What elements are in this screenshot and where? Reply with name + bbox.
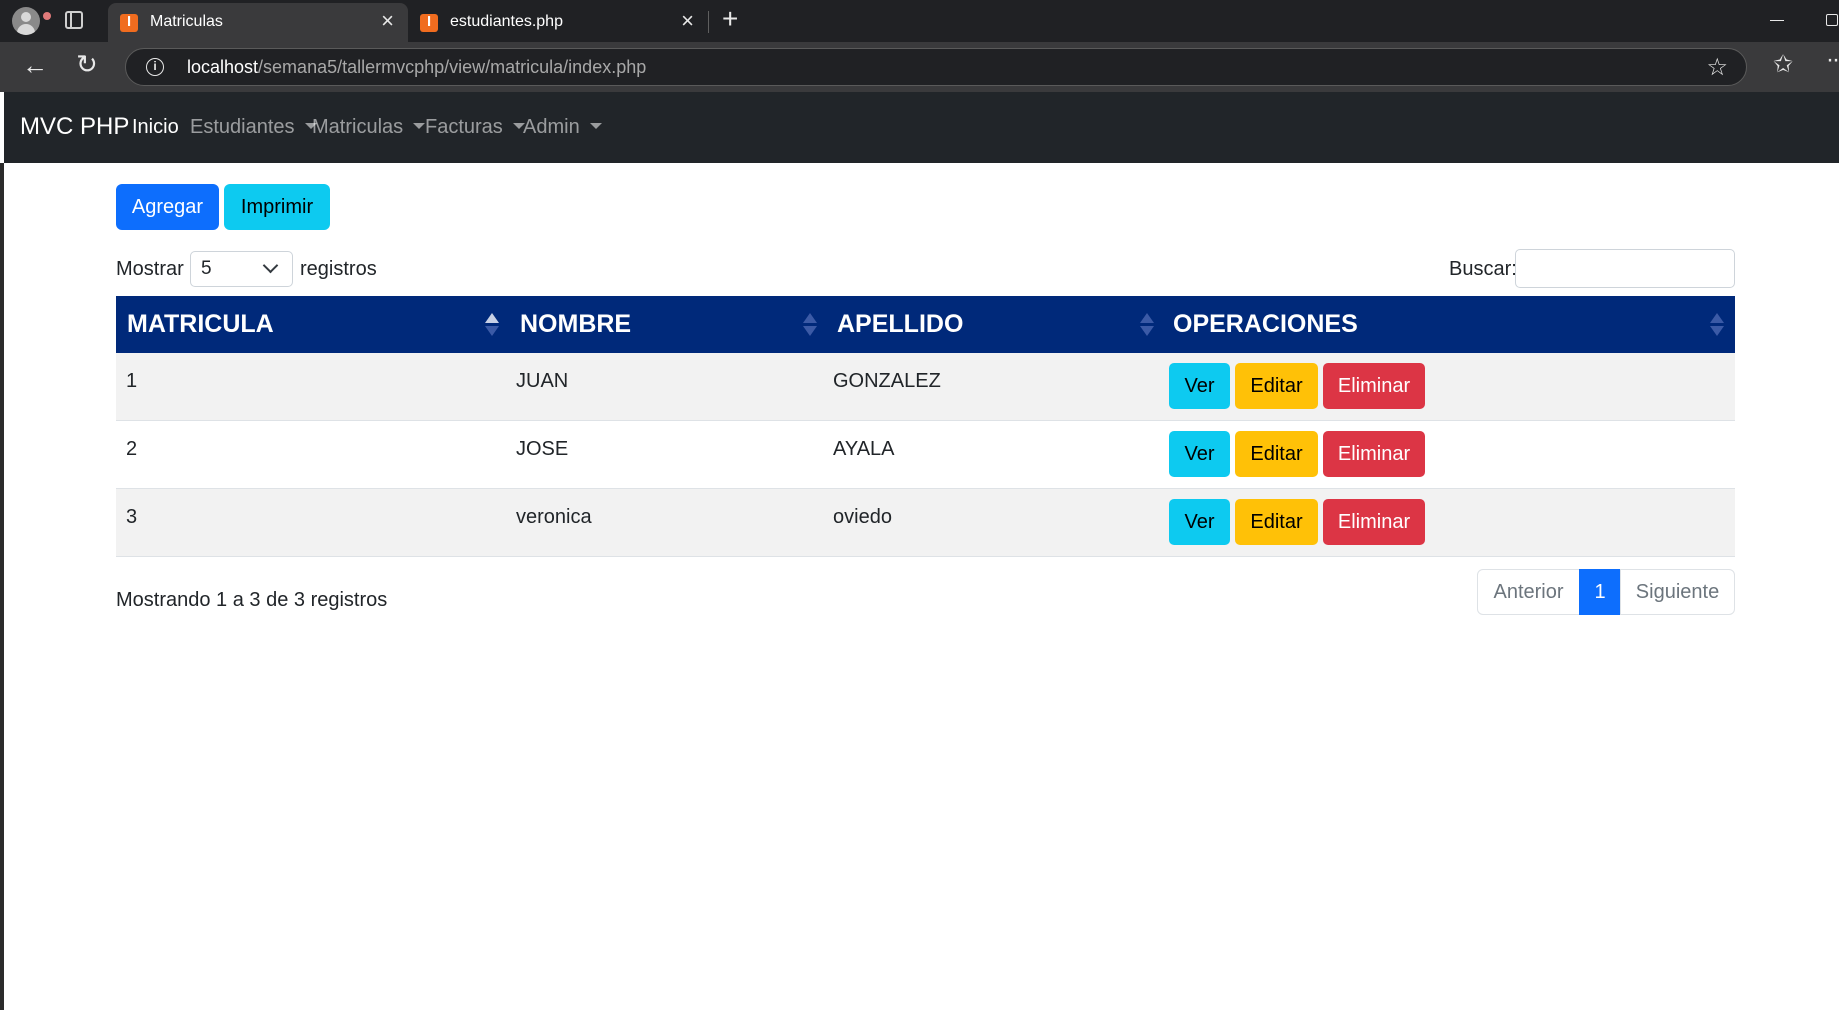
- page-length-select[interactable]: 5: [190, 251, 293, 287]
- search-label: Buscar:: [1449, 258, 1517, 280]
- delete-button[interactable]: Eliminar: [1323, 363, 1425, 409]
- window-edge: [0, 163, 4, 1010]
- minimize-icon[interactable]: [1770, 20, 1784, 21]
- column-header-nombre[interactable]: NOMBRE: [520, 310, 631, 339]
- records-label: registros: [300, 258, 377, 280]
- search-input[interactable]: [1515, 249, 1735, 288]
- nav-label: Estudiantes: [190, 116, 295, 138]
- table-row: 2 JOSE AYALA Ver Editar Eliminar: [116, 421, 1735, 489]
- close-tab-icon[interactable]: ×: [681, 10, 694, 32]
- caret-down-icon: [589, 123, 602, 129]
- print-button[interactable]: Imprimir: [224, 184, 330, 230]
- nav-label: Matriculas: [312, 116, 404, 138]
- table-row: 1 JUAN GONZALEZ Ver Editar Eliminar: [116, 353, 1735, 421]
- view-button[interactable]: Ver: [1169, 363, 1230, 409]
- nav-label: Facturas: [425, 116, 503, 138]
- tab-title: estudiantes.php: [450, 13, 563, 30]
- column-header-apellido[interactable]: APELLIDO: [837, 310, 963, 339]
- new-tab-icon[interactable]: +: [722, 3, 738, 35]
- delete-button[interactable]: Eliminar: [1323, 431, 1425, 477]
- edit-button[interactable]: Editar: [1235, 431, 1318, 477]
- sort-icon[interactable]: [1710, 313, 1724, 337]
- table-info: Mostrando 1 a 3 de 3 registros: [116, 589, 388, 611]
- browser-tab-matriculas[interactable]: ꟾ Matriculas ×: [108, 3, 408, 42]
- url-path: /semana5/tallermvcphp/view/matricula/ind…: [258, 57, 647, 77]
- close-tab-icon[interactable]: ×: [381, 10, 394, 32]
- view-button[interactable]: Ver: [1169, 499, 1230, 545]
- pagination-previous[interactable]: Anterior: [1477, 569, 1580, 615]
- nav-label: Admin: [523, 116, 580, 138]
- nav-dropdown-estudiantes[interactable]: Estudiantes: [190, 116, 317, 139]
- tab-title: Matriculas: [150, 13, 223, 30]
- bookmark-star-icon[interactable]: ☆: [1706, 53, 1728, 82]
- nav-link-inicio[interactable]: Inicio: [132, 116, 179, 139]
- show-label: Mostrar: [116, 258, 184, 280]
- browser-tab-estudiantes[interactable]: ꟾ estudiantes.php ×: [408, 3, 708, 42]
- cell-matricula: 1: [126, 370, 138, 392]
- cell-matricula: 3: [126, 506, 138, 528]
- app-navbar: MVC PHP Inicio Estudiantes Matriculas Fa…: [4, 92, 1839, 163]
- xampp-favicon-icon: ꟾ: [120, 14, 138, 32]
- browser-tab-bar: ꟾ Matriculas × ꟾ estudiantes.php × +: [0, 0, 1839, 42]
- cell-apellido: oviedo: [833, 506, 892, 528]
- cell-matricula: 2: [126, 438, 138, 460]
- profile-notification-dot: [12, 7, 51, 35]
- address-bar[interactable]: i localhost/semana5/tallermvcphp/view/ma…: [125, 48, 1747, 86]
- edit-button[interactable]: Editar: [1235, 363, 1318, 409]
- cell-nombre: JUAN: [516, 370, 569, 392]
- table-header: MATRICULA NOMBRE APELLIDO OPERACIONES: [116, 296, 1735, 353]
- browser-toolbar: ← ↻ i localhost/semana5/tallermvcphp/vie…: [0, 42, 1839, 92]
- url-host: localhost: [187, 57, 259, 77]
- pagination-page-1[interactable]: 1: [1579, 569, 1621, 615]
- nav-dropdown-facturas[interactable]: Facturas: [425, 116, 525, 139]
- add-button[interactable]: Agregar: [116, 184, 219, 230]
- edit-button[interactable]: Editar: [1235, 499, 1318, 545]
- restore-window-icon[interactable]: [1826, 14, 1838, 26]
- delete-button[interactable]: Eliminar: [1323, 499, 1425, 545]
- cell-nombre: veronica: [516, 506, 592, 528]
- sort-icon[interactable]: [803, 313, 817, 337]
- view-button[interactable]: Ver: [1169, 431, 1230, 477]
- column-header-matricula[interactable]: MATRICULA: [127, 310, 274, 339]
- tab-actions-icon[interactable]: [65, 11, 83, 29]
- cell-nombre: JOSE: [516, 438, 569, 460]
- caret-down-icon: [413, 123, 426, 129]
- more-menu-icon[interactable]: ··: [1826, 46, 1839, 74]
- navbar-brand[interactable]: MVC PHP: [20, 113, 129, 141]
- chevron-down-icon: [262, 257, 279, 274]
- reload-icon[interactable]: ↻: [76, 49, 98, 80]
- nav-label: Inicio: [132, 116, 179, 138]
- url-text[interactable]: localhost/semana5/tallermvcphp/view/matr…: [187, 57, 646, 78]
- page-length-value: 5: [201, 258, 212, 279]
- nav-dropdown-matriculas[interactable]: Matriculas: [312, 116, 426, 139]
- sort-icon[interactable]: [1140, 313, 1154, 337]
- back-arrow-icon[interactable]: ←: [22, 50, 48, 81]
- cell-apellido: AYALA: [833, 438, 895, 460]
- table-row: 3 veronica oviedo Ver Editar Eliminar: [116, 489, 1735, 557]
- nav-dropdown-admin[interactable]: Admin: [523, 116, 602, 139]
- site-info-icon[interactable]: i: [146, 58, 164, 76]
- column-header-operaciones[interactable]: OPERACIONES: [1173, 310, 1358, 339]
- sort-asc-icon[interactable]: [485, 313, 499, 337]
- tab-separator: [708, 11, 709, 33]
- xampp-favicon-icon: ꟾ: [420, 14, 438, 32]
- cell-apellido: GONZALEZ: [833, 370, 941, 392]
- pagination-next[interactable]: Siguiente: [1620, 569, 1735, 615]
- favorites-icon[interactable]: ✩: [1773, 50, 1793, 79]
